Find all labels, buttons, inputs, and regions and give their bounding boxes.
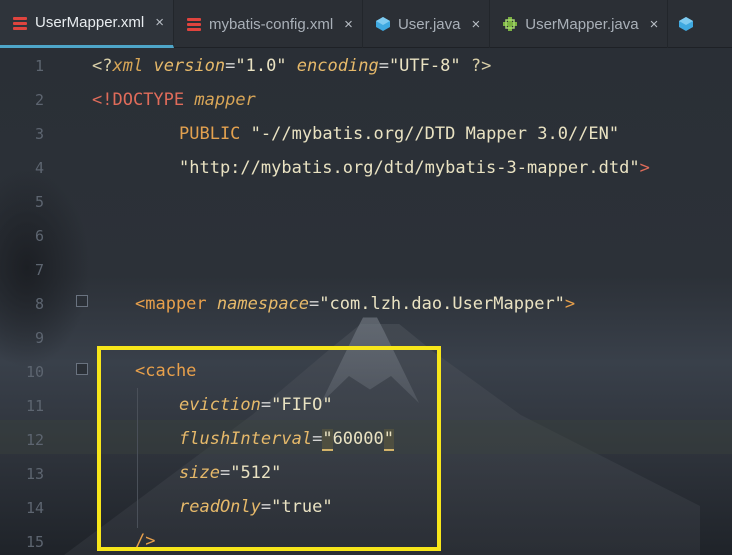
line-number: 8	[34, 295, 44, 313]
tab-label: User.java	[397, 15, 461, 33]
xml-file-icon	[186, 16, 202, 32]
fold-marker[interactable]	[76, 363, 88, 375]
editor-tab-bar: UserMapper.xml × mybatis-config.xml × Us…	[0, 0, 732, 48]
line-number: 13	[25, 465, 44, 483]
java-class-icon	[375, 17, 390, 31]
xml-file-icon	[12, 15, 28, 31]
line-number: 11	[25, 397, 44, 415]
tab-mybatis-config-xml[interactable]: mybatis-config.xml ×	[174, 0, 363, 48]
line-number: 1	[34, 57, 44, 75]
line-number: 15	[25, 533, 44, 551]
line-number: 10	[25, 363, 44, 381]
line-number: 7	[34, 261, 44, 279]
tab-label: UserMapper.xml	[35, 14, 145, 31]
code-line-2: <!DOCTYPE mapper	[92, 90, 256, 110]
close-icon[interactable]: ×	[155, 14, 164, 31]
line-number: 2	[34, 91, 44, 109]
code-line-4: "http://mybatis.org/dtd/mybatis-3-mapper…	[179, 158, 650, 178]
close-icon[interactable]: ×	[344, 16, 353, 33]
java-class-icon	[679, 17, 694, 31]
tab-usermapper-xml[interactable]: UserMapper.xml ×	[0, 0, 174, 48]
line-number: 5	[34, 193, 44, 211]
line-number: 12	[25, 431, 44, 449]
tab-label: UserMapper.java	[525, 15, 639, 33]
highlight-annotation-box	[97, 346, 441, 551]
tab-overflow[interactable]	[668, 0, 694, 48]
code-editor[interactable]: 1 2 3 4 5 6 7 8 9 10 11 12 13 14 15 <?xm…	[0, 48, 732, 555]
code-line-3: PUBLIC "-//mybatis.org//DTD Mapper 3.0//…	[179, 124, 620, 144]
code-line-8: <mapper namespace="com.lzh.dao.UserMappe…	[135, 294, 576, 314]
tab-label: mybatis-config.xml	[208, 15, 334, 33]
tab-usermapper-java[interactable]: UserMapper.java ×	[490, 0, 669, 48]
line-number: 14	[25, 499, 44, 517]
java-interface-icon	[503, 17, 518, 31]
close-icon[interactable]: ×	[650, 16, 659, 33]
line-number-gutter: 1 2 3 4 5 6 7 8 9 10 11 12 13 14 15	[0, 48, 72, 555]
line-number: 9	[34, 329, 44, 347]
code-line-1: <?xml version="1.0" encoding="UTF-8" ?>	[92, 56, 492, 76]
line-number: 6	[34, 227, 44, 245]
tab-user-java[interactable]: User.java ×	[363, 0, 491, 48]
close-icon[interactable]: ×	[471, 16, 480, 33]
line-number: 4	[34, 159, 44, 177]
fold-marker[interactable]	[76, 295, 88, 307]
line-number: 3	[34, 125, 44, 143]
